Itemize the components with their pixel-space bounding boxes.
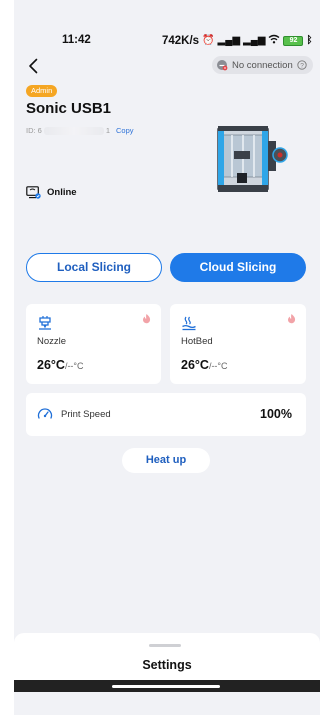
nozzle-current-temp: 26°C (37, 358, 65, 372)
nozzle-temperature: 26°C/--°C (37, 358, 84, 372)
role-badge: Admin (26, 85, 58, 97)
wifi-icon (268, 34, 280, 47)
hotbed-card[interactable]: HotBed 26°C/--°C (170, 304, 306, 384)
monitor-online-icon (26, 186, 41, 199)
nozzle-icon (39, 316, 51, 330)
status-indicators: 742K/s ⏰ ▂▄▆ ▂▄▆ 92 ᛒ (162, 34, 312, 47)
hotbed-target-temp: /--°C (208, 361, 228, 371)
network-speed: 742K/s (162, 34, 200, 47)
print-speed-label: Print Speed (61, 409, 111, 420)
connection-label: No connection (232, 59, 293, 71)
copy-id-button[interactable]: Copy (116, 126, 134, 135)
hotbed-label: HotBed (181, 336, 213, 347)
local-slicing-button[interactable]: Local Slicing (26, 253, 162, 282)
print-speed-card[interactable]: Print Speed 100% (26, 393, 306, 436)
printer-image (217, 126, 288, 192)
speedometer-icon (37, 408, 53, 419)
chevron-left-icon (29, 58, 38, 74)
nozzle-label: Nozzle (37, 336, 67, 347)
flame-icon (143, 314, 151, 324)
battery-icon: 92 (283, 35, 304, 46)
nozzle-target-temp: /--°C (64, 361, 84, 371)
online-status: Online (26, 186, 77, 199)
back-button[interactable] (24, 56, 44, 76)
nozzle-card[interactable]: Nozzle 26°C/--°C (26, 304, 161, 384)
heat-up-button[interactable]: Heat up (122, 448, 210, 473)
device-id-prefix: ID: 6 (26, 126, 42, 135)
hotbed-temperature: 26°C/--°C (181, 358, 228, 372)
svg-text:?: ? (300, 62, 304, 69)
signal-icon: ▂▄▆ (217, 35, 241, 46)
signal-2-icon: ▂▄▆ (243, 35, 266, 46)
device-id-redacted (43, 126, 104, 135)
print-speed-value: 100% (260, 407, 292, 421)
device-name: Sonic USB1 (26, 100, 112, 117)
sheet-drag-handle[interactable] (149, 644, 181, 647)
device-id-suffix: 1 (105, 126, 111, 135)
online-label: Online (47, 187, 77, 198)
settings-title[interactable]: Settings (14, 658, 320, 672)
connection-status-chip[interactable]: No connection ? (212, 56, 313, 74)
help-icon[interactable]: ? (297, 60, 307, 70)
device-id-row: ID: 6 1 Copy (26, 126, 134, 135)
bluetooth-icon: ᛒ (306, 35, 313, 46)
alarm-icon: ⏰ (202, 35, 215, 46)
home-indicator[interactable] (112, 685, 220, 688)
hotbed-icon (182, 316, 196, 331)
status-time: 11:42 (62, 34, 91, 46)
flame-icon (288, 314, 296, 324)
app-screen: 11:42 742K/s ⏰ ▂▄▆ ▂▄▆ 92 ᛒ No connectio… (14, 0, 320, 715)
system-nav-bar (14, 680, 320, 692)
settings-sheet[interactable]: Settings (14, 633, 320, 683)
hotbed-current-temp: 26°C (181, 358, 209, 372)
cloud-slicing-button[interactable]: Cloud Slicing (170, 253, 306, 282)
disconnected-cloud-icon (217, 60, 228, 71)
